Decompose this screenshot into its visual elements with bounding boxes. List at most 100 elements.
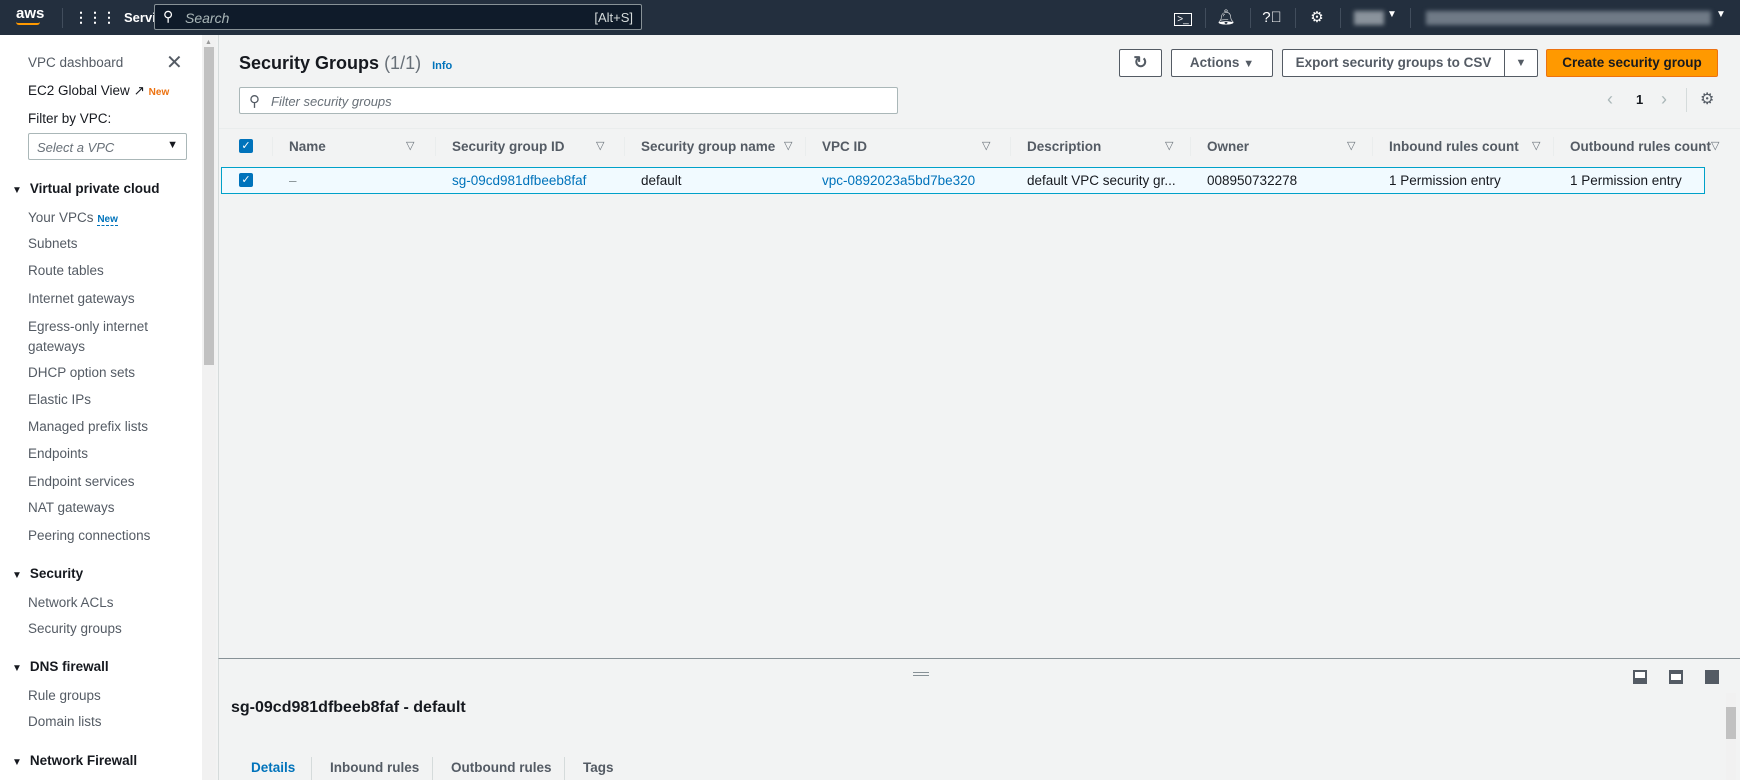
sidebar-item[interactable]: NAT gateways	[28, 500, 115, 515]
tab-outbound-rules[interactable]: Outbound rules	[451, 760, 552, 775]
sidebar-item[interactable]: Internet gateways	[28, 291, 135, 306]
sidebar-item[interactable]: Egress-only internet gateways	[28, 317, 178, 357]
column-header[interactable]: VPC ID	[822, 129, 867, 164]
tab-details[interactable]: Details	[251, 760, 295, 775]
sidebar-item[interactable]: Peering connections	[28, 528, 150, 543]
export-label: Export security groups to CSV	[1295, 55, 1492, 70]
current-page[interactable]: 1	[1636, 92, 1643, 107]
sort-icon[interactable]: ▽	[1347, 129, 1355, 164]
table-cell-link[interactable]: sg-09cd981dfbeeb8faf	[452, 168, 586, 193]
column-divider[interactable]	[805, 137, 806, 156]
column-divider[interactable]	[1372, 137, 1373, 156]
sort-icon[interactable]: ▽	[1165, 129, 1173, 164]
details-scrollbar[interactable]	[1726, 693, 1736, 780]
column-divider[interactable]	[435, 137, 436, 156]
vpc-select-placeholder: Select a VPC	[37, 140, 115, 155]
sidebar-section-3[interactable]: Network Firewall	[12, 753, 137, 768]
sort-icon[interactable]: ▽	[1711, 129, 1719, 164]
export-dropdown-button[interactable]: ▼	[1504, 49, 1538, 77]
sort-icon[interactable]: ▽	[1532, 129, 1540, 164]
filter-security-groups-input[interactable]: ⚲ Filter security groups	[239, 87, 898, 114]
column-header[interactable]: Security group ID	[452, 129, 565, 164]
column-divider[interactable]	[624, 137, 625, 156]
vpc-select[interactable]: Select a VPC ▼	[28, 133, 187, 160]
next-page-icon[interactable]: ›	[1661, 89, 1667, 110]
search-input[interactable]: ⚲ Search [Alt+S]	[154, 4, 642, 30]
panel-bottom-icon[interactable]	[1633, 670, 1647, 684]
column-divider[interactable]	[1010, 137, 1011, 156]
sidebar-item[interactable]: Route tables	[28, 263, 104, 278]
cloudshell-icon[interactable]: >_	[1173, 8, 1193, 28]
sidebar-item[interactable]: Your VPCs New	[28, 210, 118, 226]
sort-icon[interactable]: ▽	[784, 129, 792, 164]
account-menu-blurred[interactable]	[1426, 11, 1711, 25]
notifications-bell-icon[interactable]: 🔔︎	[1216, 8, 1236, 28]
tab-inbound-rules[interactable]: Inbound rules	[330, 760, 419, 775]
tab-divider	[564, 757, 565, 780]
sidebar-item[interactable]: Elastic IPs	[28, 392, 91, 407]
column-header[interactable]: Owner	[1207, 129, 1249, 164]
sidebar-scrollbar-thumb[interactable]	[204, 47, 214, 365]
table-preferences-gear-icon[interactable]: ⚙	[1700, 89, 1714, 109]
tab-divider	[432, 757, 433, 780]
selection-count: (1/1)	[384, 53, 422, 73]
sidebar-item-ec2-global-view[interactable]: EC2 Global View ↗ New	[28, 83, 169, 99]
sidebar-item[interactable]: Endpoints	[28, 446, 88, 461]
sidebar-item[interactable]: Managed prefix lists	[28, 419, 148, 434]
region-selector-blurred[interactable]	[1354, 11, 1384, 25]
sidebar-item[interactable]: Security groups	[28, 621, 122, 636]
close-icon[interactable]: ✕	[166, 50, 183, 75]
column-divider[interactable]	[272, 137, 273, 156]
table-cell-link[interactable]: vpc-0892023a5bd7be320	[822, 168, 975, 193]
column-header[interactable]: Security group name	[641, 129, 775, 164]
sidebar-item[interactable]: DHCP option sets	[28, 365, 135, 380]
column-header[interactable]: Description	[1027, 129, 1101, 164]
chevron-down-icon: ▼	[1243, 58, 1255, 70]
sidebar-item[interactable]: Rule groups	[28, 688, 101, 703]
search-icon: ⚲	[249, 93, 260, 110]
sidebar-item[interactable]: Network ACLs	[28, 595, 114, 610]
export-csv-button[interactable]: Export security groups to CSV	[1282, 49, 1505, 77]
panel-full-icon[interactable]	[1705, 670, 1719, 684]
tab-tags[interactable]: Tags	[583, 760, 614, 775]
column-divider[interactable]	[1190, 137, 1191, 156]
new-badge: New	[97, 214, 118, 226]
info-link[interactable]: Info	[432, 60, 452, 72]
column-header[interactable]: Outbound rules count	[1570, 129, 1711, 164]
aws-logo[interactable]: aws	[16, 5, 44, 25]
filter-placeholder: Filter security groups	[271, 94, 392, 109]
sidebar-scrollbar[interactable]: ▲	[202, 35, 216, 780]
sort-icon[interactable]: ▽	[982, 129, 990, 164]
select-all-checkbox[interactable]: ✓	[239, 139, 253, 153]
drag-handle-icon[interactable]	[913, 672, 929, 676]
settings-gear-icon[interactable]: ⚙	[1307, 8, 1327, 28]
sidebar-section-2[interactable]: DNS firewall	[12, 659, 109, 674]
table-cell: default	[641, 173, 682, 188]
page-title-text: Security Groups	[239, 53, 380, 73]
details-title: sg-09cd981dfbeeb8faf - default	[231, 699, 466, 716]
table-cell: default VPC security gr...	[1027, 173, 1176, 188]
previous-page-icon[interactable]: ‹	[1607, 89, 1613, 110]
sort-icon[interactable]: ▽	[596, 129, 604, 164]
panel-side-icon[interactable]	[1669, 670, 1683, 684]
column-divider[interactable]	[1553, 137, 1554, 156]
sidebar-item[interactable]: Domain lists	[28, 714, 102, 729]
create-security-group-button[interactable]: Create security group	[1546, 49, 1718, 77]
search-icon: ⚲	[163, 8, 174, 24]
sort-icon[interactable]: ▽	[406, 129, 414, 164]
sidebar-section-1[interactable]: Security	[12, 566, 83, 581]
sidebar-item[interactable]: Endpoint services	[28, 474, 135, 489]
table-cell: 1 Permission entry	[1570, 173, 1682, 188]
chevron-down-icon: ▼	[167, 139, 178, 151]
table-cell: 008950732278	[1207, 173, 1298, 188]
help-icon[interactable]: ?⃝	[1262, 8, 1282, 28]
column-header[interactable]: Inbound rules count	[1389, 129, 1519, 164]
refresh-button[interactable]: ↻	[1119, 49, 1162, 77]
sidebar-item[interactable]: Subnets	[28, 236, 78, 251]
column-header[interactable]: Name	[289, 129, 326, 164]
actions-button[interactable]: Actions ▼	[1171, 49, 1273, 77]
aws-smile-icon	[16, 22, 40, 25]
sidebar-item-vpc-dashboard[interactable]: VPC dashboard	[28, 55, 123, 70]
sidebar-section-0[interactable]: Virtual private cloud	[12, 181, 160, 196]
row-checkbox[interactable]: ✓	[239, 173, 253, 187]
